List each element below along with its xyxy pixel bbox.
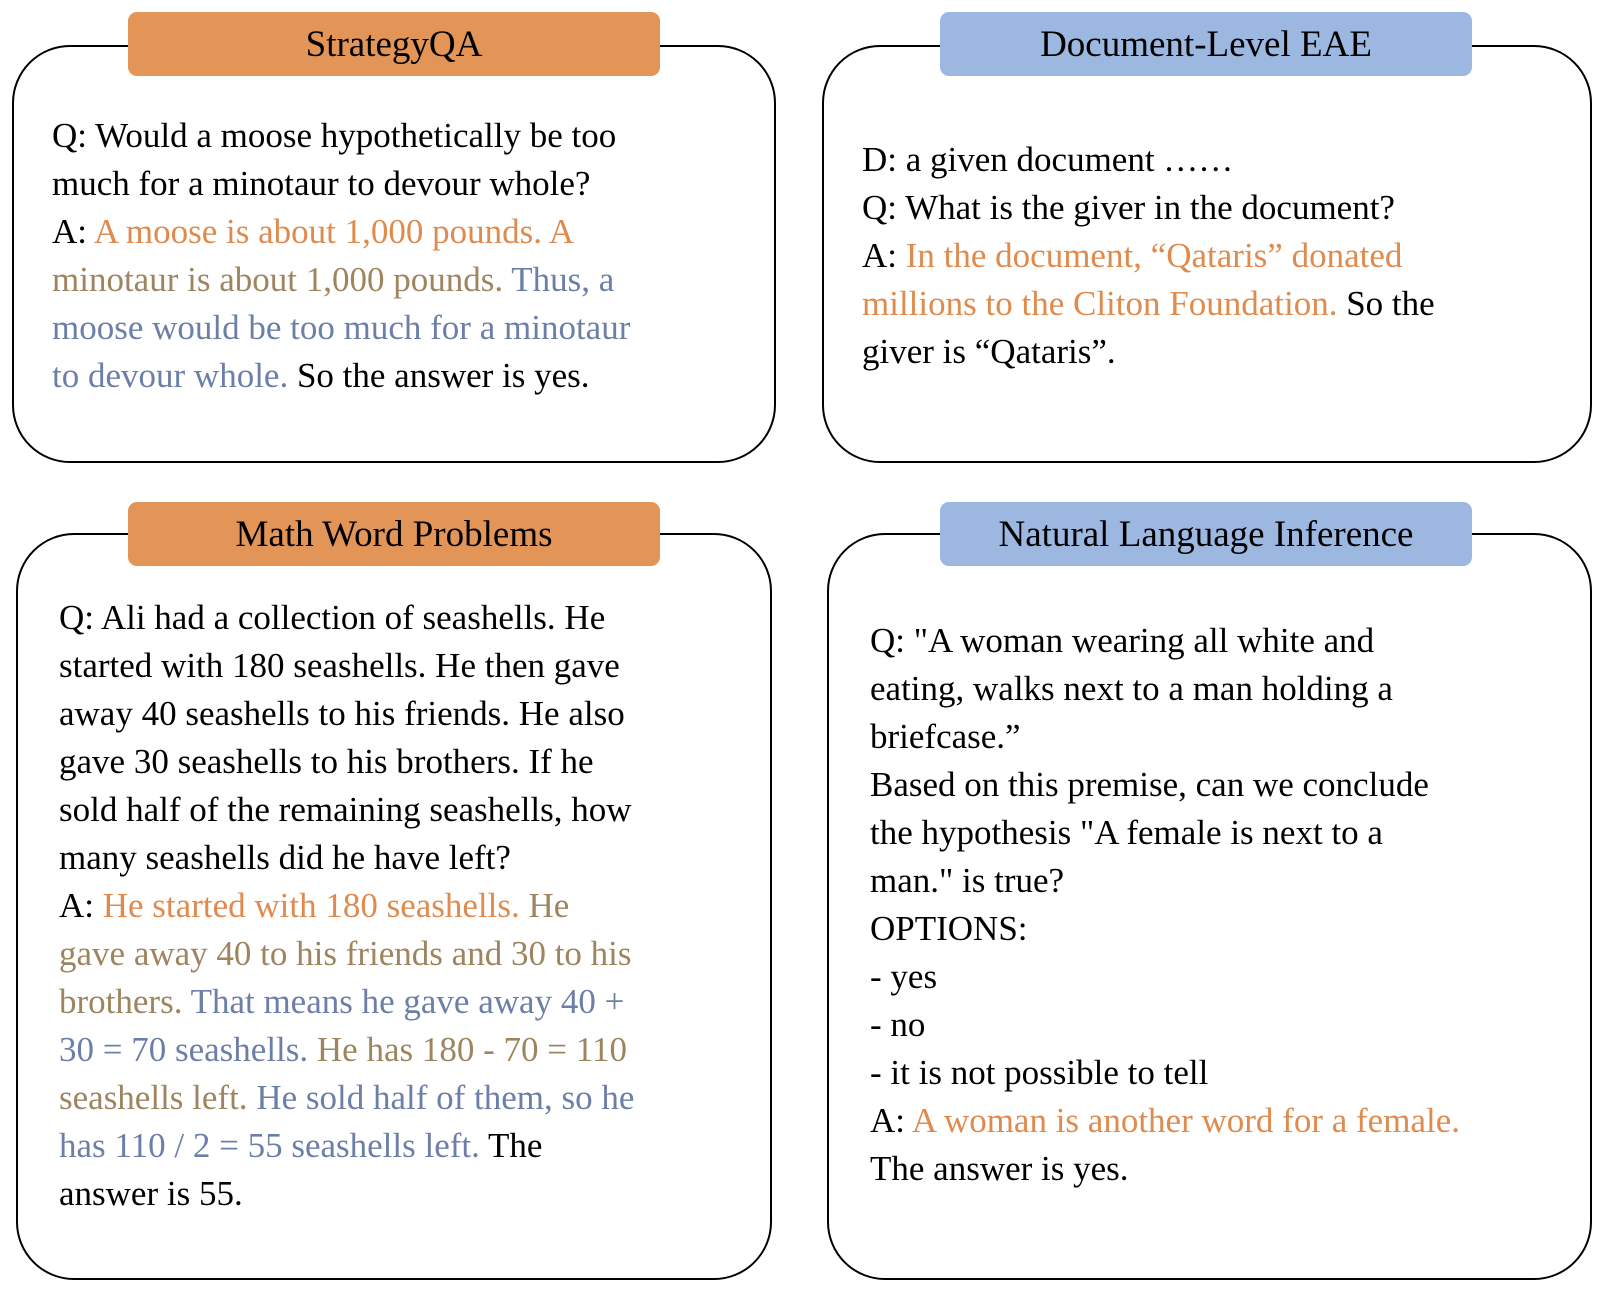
text-line: A: He started with 180 seashells. He [59,882,634,930]
natural-language-inference-title: Natural Language Inference [940,502,1472,566]
text-segment-black: The answer is yes. [870,1149,1129,1188]
text-line: man." is true? [870,857,1460,905]
strategyqa-title: StrategyQA [128,12,660,76]
text-segment-olive: minotaur is about 1,000 pounds. [52,260,512,299]
text-line: the hypothesis "A female is next to a [870,809,1460,857]
text-segment-black: Q: "A woman wearing all white and [870,621,1375,660]
text-line: seashells left. He sold half of them, so… [59,1074,634,1122]
text-segment-orange: He started with 180 seashells. [102,886,529,925]
text-segment-black: away 40 seashells to his friends. He als… [59,694,625,733]
text-segment-black: sold half of the remaining seashells, ho… [59,790,632,829]
text-segment-black: giver is “Qataris”. [862,332,1116,371]
text-line: Q: Would a moose hypothetically be too [52,112,630,160]
text-line: briefcase.” [870,713,1460,761]
text-segment-black: answer is 55. [59,1174,243,1213]
text-line: started with 180 seashells. He then gave [59,642,634,690]
text-segment-orange: millions to the Cliton Foundation. [862,284,1338,323]
text-line: - it is not possible to tell [870,1049,1460,1097]
text-line: away 40 seashells to his friends. He als… [59,690,634,738]
text-line: much for a minotaur to devour whole? [52,160,630,208]
text-line: Q: Ali had a collection of seashells. He [59,594,634,642]
text-segment-black: many seashells did he have left? [59,838,511,877]
text-line: giver is “Qataris”. [862,328,1435,376]
text-segment-black: started with 180 seashells. He then gave [59,646,620,685]
math-word-problems-text: Q: Ali had a collection of seashells. He… [59,594,634,1218]
text-segment-olive: He has 180 - 70 = 110 [316,1030,627,1069]
text-segment-orange: A moose is about 1,000 pounds. A [93,212,575,251]
text-segment-olive: He [528,886,570,925]
text-segment-black: - no [870,1005,926,1044]
text-line: Q: "A woman wearing all white and [870,617,1460,665]
text-line: OPTIONS: [870,905,1460,953]
document-level-eae-title: Document-Level EAE [940,12,1472,76]
text-line: minotaur is about 1,000 pounds. Thus, a [52,256,630,304]
text-segment-orange: In the document, “Qataris” donated [905,236,1403,275]
text-segment-black: So the [1337,284,1435,323]
text-segment-black: Q: Would a moose hypothetically be too [52,116,617,155]
text-segment-black: - yes [870,957,938,996]
text-segment-black: OPTIONS: [870,909,1028,948]
text-line: sold half of the remaining seashells, ho… [59,786,634,834]
text-segment-olive: brothers. [59,982,191,1021]
text-line: many seashells did he have left? [59,834,634,882]
text-segment-black: Based on this premise, can we conclude [870,765,1429,804]
text-segment-orange: A woman is another word for a female. [911,1101,1460,1140]
text-line: answer is 55. [59,1170,634,1218]
text-line: eating, walks next to a man holding a [870,665,1460,713]
text-segment-blue: That means he gave away 40 + [190,982,625,1021]
text-line: - no [870,1001,1460,1049]
text-segment-blue: 30 = 70 seashells. [59,1030,317,1069]
strategyqa-text: Q: Would a moose hypothetically be too mu… [52,112,630,400]
text-segment-blue: to devour whole. [52,356,289,395]
text-segment-black: briefcase.” [870,717,1021,756]
math-word-problems-title: Math Word Problems [128,502,660,566]
text-segment-black: D: a given document …… [862,140,1234,179]
text-segment-black: The [479,1126,543,1165]
text-line: brothers. That means he gave away 40 + [59,978,634,1026]
text-segment-black: much for a minotaur to devour whole? [52,164,591,203]
text-line: moose would be too much for a minotaur [52,304,630,352]
text-segment-black: A: [862,236,906,275]
text-segment-olive: seashells left. [59,1078,257,1117]
text-segment-black: man." is true? [870,861,1065,900]
text-segment-black: So the answer is yes. [288,356,590,395]
text-line: gave 30 seashells to his brothers. If he [59,738,634,786]
text-line: The answer is yes. [870,1145,1460,1193]
text-segment-black: - it is not possible to tell [870,1053,1209,1092]
text-line: - yes [870,953,1460,1001]
text-segment-black: A: [59,886,103,925]
text-line: has 110 / 2 = 55 seashells left. The [59,1122,634,1170]
text-line: D: a given document …… [862,136,1435,184]
text-segment-olive: gave away 40 to his friends and 30 to hi… [59,934,632,973]
text-segment-black: eating, walks next to a man holding a [870,669,1393,708]
text-segment-black: Q: Ali had a collection of seashells. He [59,598,606,637]
document-level-eae-text: D: a given document …… Q: What is the giv… [862,136,1435,376]
text-segment-black: A: [52,212,94,251]
text-segment-black: Q: What is the giver in the document? [862,188,1395,227]
text-line: A: In the document, “Qataris” donated [862,232,1435,280]
text-segment-black: the hypothesis "A female is next to a [870,813,1383,852]
natural-language-inference-text: Q: "A woman wearing all white and eating,… [870,617,1460,1193]
text-line: A: A moose is about 1,000 pounds. A [52,208,630,256]
text-segment-black: gave 30 seashells to his brothers. If he [59,742,594,781]
text-line: Based on this premise, can we conclude [870,761,1460,809]
text-line: millions to the Cliton Foundation. So th… [862,280,1435,328]
text-line: 30 = 70 seashells. He has 180 - 70 = 110 [59,1026,634,1074]
text-segment-blue: Thus, a [511,260,615,299]
text-segment-blue: moose would be too much for a minotaur [52,308,631,347]
text-line: gave away 40 to his friends and 30 to hi… [59,930,634,978]
text-segment-blue: He sold half of them, so he [256,1078,635,1117]
text-line: Q: What is the giver in the document? [862,184,1435,232]
text-segment-black: A: [870,1101,912,1140]
text-line: A: A woman is another word for a female. [870,1097,1460,1145]
text-line: to devour whole. So the answer is yes. [52,352,630,400]
text-segment-blue: has 110 / 2 = 55 seashells left. [59,1126,480,1165]
